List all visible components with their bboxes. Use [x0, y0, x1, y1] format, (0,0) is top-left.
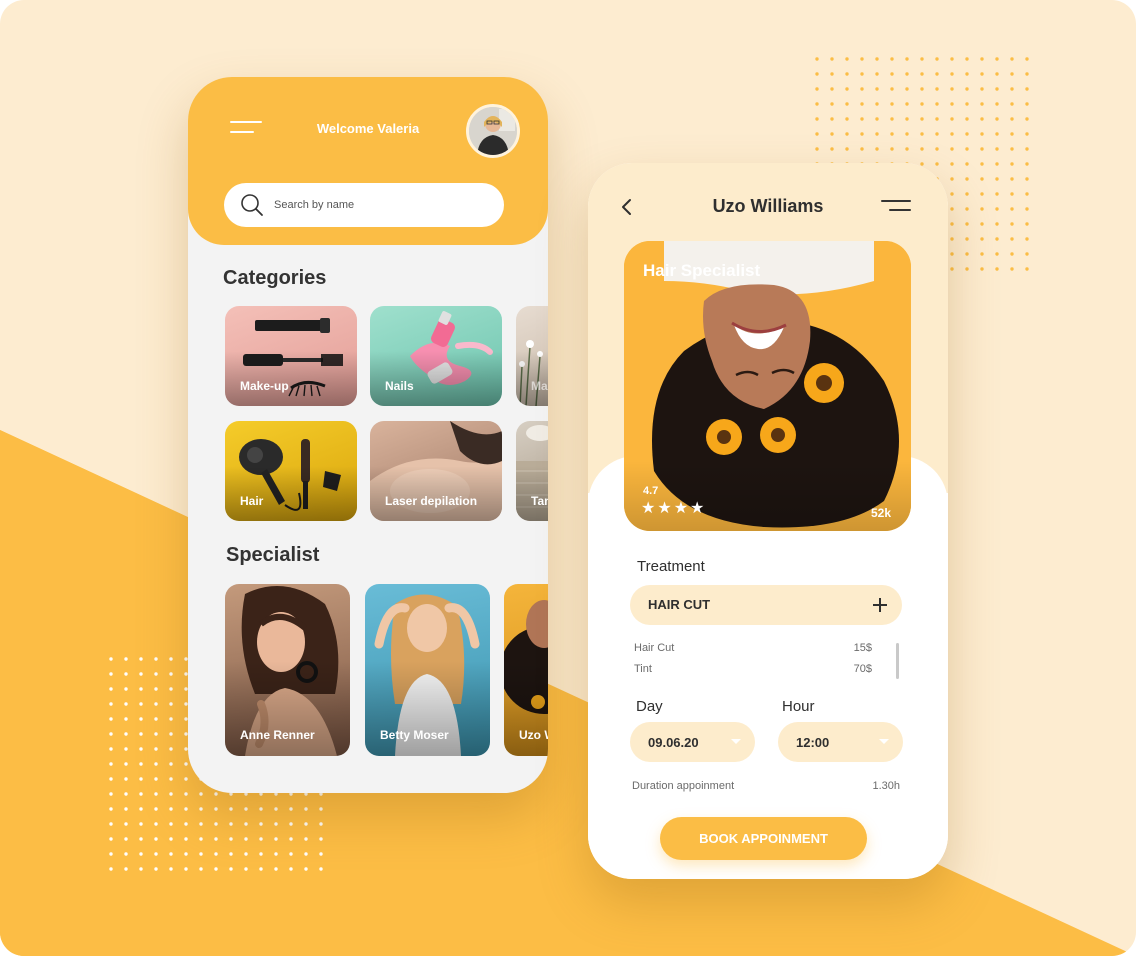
hero-photo [624, 241, 911, 531]
duration-value: 1.30h [872, 780, 900, 792]
star-icon: ★ [641, 500, 656, 517]
specialist-name: Anne Renner [240, 728, 315, 742]
hour-select[interactable]: 12:00 [778, 722, 903, 762]
category-label: Laser depilation [385, 494, 478, 508]
search-input[interactable] [274, 196, 484, 214]
categories-title: Categories [223, 267, 327, 289]
specialist-name-title: Uzo Williams [712, 196, 824, 216]
category-card-partial[interactable]: Ma [516, 306, 548, 406]
star-icon: ★ [673, 500, 689, 517]
chevron-down-icon [731, 739, 741, 744]
day-value: 09.06.20 [648, 735, 699, 750]
price-row: Tint 70$ [634, 663, 872, 677]
search-icon [241, 194, 263, 216]
price-row: Hair Cut 15$ [634, 642, 872, 656]
category-card-hair[interactable]: Hair [225, 421, 357, 521]
hamburger-icon[interactable] [230, 121, 264, 135]
specialist-hero-card: Hair Specialist 4.7 ★ ★ ★ ★ 52k [624, 241, 911, 531]
rating-value: 4.7 [643, 485, 659, 497]
duration-label: Duration appoinment [632, 780, 735, 792]
review-count: 52k [870, 506, 891, 520]
treatment-value: HAIR CUT [648, 597, 711, 612]
specialist-card-uzo-williams[interactable]: Uzo W [504, 584, 548, 756]
specialist-name: Betty Moser [380, 728, 449, 742]
hour-value: 12:00 [796, 735, 830, 750]
price-value: 70$ [853, 663, 872, 675]
search-bar[interactable] [224, 183, 504, 227]
specialist-title: Specialist [226, 544, 320, 566]
category-card-tan[interactable]: Tan [516, 421, 548, 521]
category-card-nails[interactable]: Nails [370, 306, 502, 406]
category-card-makeup[interactable]: Make-up [225, 306, 357, 406]
category-label: Tan [531, 494, 548, 508]
category-label: Make-up [240, 379, 289, 393]
day-select[interactable]: 09.06.20 [630, 722, 755, 762]
sunflower-1 [804, 363, 844, 403]
category-card-laser-depilation[interactable]: Laser depilation [370, 421, 502, 521]
treatment-select[interactable]: HAIR CUT [630, 585, 902, 625]
price-value: 15$ [853, 642, 872, 654]
welcome-text: Welcome Valeria [316, 121, 420, 136]
price-name: Hair Cut [634, 642, 675, 654]
hour-title: Hour [782, 698, 815, 715]
book-appointment-button[interactable]: BOOK APPOINMENT [660, 817, 867, 860]
sunflower-3 [760, 417, 796, 453]
chevron-down-icon [879, 739, 889, 744]
user-avatar[interactable] [466, 104, 520, 158]
sunflower-2 [706, 419, 742, 455]
star-icon: ★ [690, 500, 705, 517]
category-label: Nails [385, 379, 414, 393]
day-title: Day [636, 698, 663, 715]
presentation-canvas: Welcome Valeria Ca [0, 0, 1136, 956]
home-header: Welcome Valeria [188, 77, 548, 245]
avatar-image [469, 107, 517, 155]
hamburger-icon[interactable] [881, 200, 913, 214]
specialist-card-betty-moser[interactable]: Betty Moser [365, 584, 490, 756]
price-list-scrollbar[interactable] [896, 643, 899, 679]
chevron-left-icon[interactable] [618, 197, 636, 217]
price-name: Tint [634, 663, 652, 675]
category-label: Hair [240, 494, 264, 508]
category-label: Ma [531, 379, 548, 393]
specialist-name: Uzo W [519, 728, 548, 742]
treatment-title: Treatment [637, 558, 705, 575]
home-screen: Welcome Valeria Ca [188, 77, 548, 793]
specialist-card-anne-renner[interactable]: Anne Renner [225, 584, 350, 756]
rating-stars: ★ ★ ★ ★ [641, 501, 704, 517]
star-icon: ★ [657, 500, 672, 517]
specialist-role: Hair Specialist [643, 261, 761, 280]
plus-icon[interactable] [872, 597, 888, 613]
specialist-detail-screen: Uzo Williams Hair Specialist 4.7 ★ ★ ★ ★… [588, 163, 948, 879]
